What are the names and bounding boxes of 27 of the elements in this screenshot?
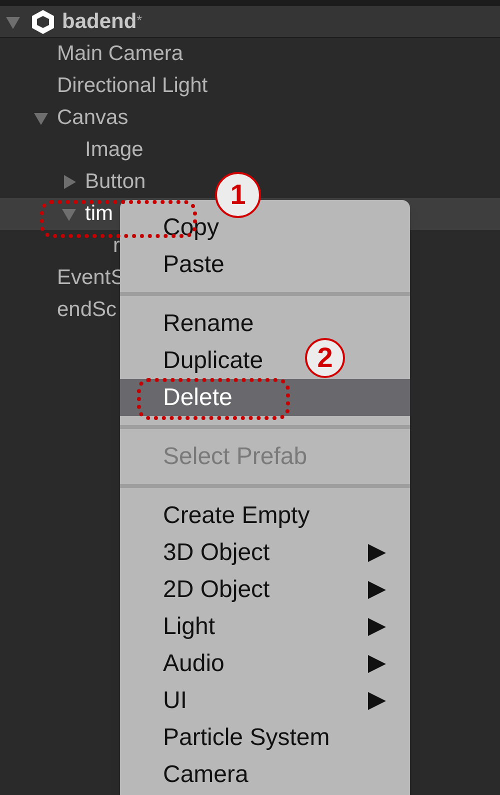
hierarchy-item[interactable]: endSc: [57, 294, 117, 326]
expanded-arrow-icon[interactable]: [33, 110, 49, 126]
menu-item[interactable]: Particle System: [120, 719, 338, 756]
menu-item[interactable]: Duplicate: [120, 342, 272, 379]
hierarchy-item[interactable]: Canvas: [57, 102, 128, 134]
menu-item[interactable]: Create Empty: [120, 497, 318, 534]
hierarchy-item[interactable]: Main Camera: [57, 38, 184, 70]
hierarchy-item[interactable]: Directional Light: [57, 70, 208, 102]
menu-item[interactable]: Light: [120, 608, 410, 645]
menu-item[interactable]: Rename: [120, 305, 262, 342]
menu-item[interactable]: Camera: [120, 756, 256, 793]
cube-icon: [30, 8, 56, 34]
hierarchy-item[interactable]: Image: [85, 134, 144, 166]
expanded-arrow-icon[interactable]: [61, 206, 77, 222]
hierarchy-item[interactable]: r: [113, 230, 120, 262]
menu-item[interactable]: 2D Object: [120, 571, 410, 608]
menu-item[interactable]: UI: [120, 682, 410, 719]
menu-item[interactable]: Paste: [120, 246, 232, 283]
menu-item[interactable]: Delete: [120, 379, 410, 416]
menu-item[interactable]: 3D Object: [120, 534, 410, 571]
scene-name[interactable]: badend: [62, 6, 137, 38]
hierarchy-item[interactable]: Button: [85, 166, 146, 198]
collapsed-arrow-icon[interactable]: [61, 174, 77, 190]
menu-item[interactable]: Audio: [120, 645, 410, 682]
hierarchy-item[interactable]: tim: [85, 198, 113, 230]
step-number: 1: [215, 172, 261, 218]
modified-mark: *: [136, 11, 142, 30]
